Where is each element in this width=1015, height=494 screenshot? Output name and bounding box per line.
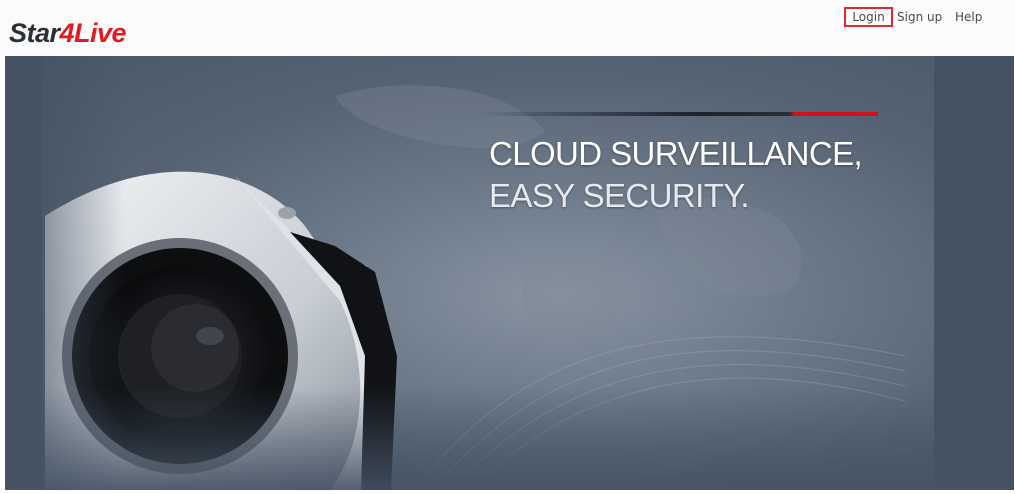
- hero-slogan: CLOUD SURVEILLANCE, EASY SECURITY.: [489, 133, 863, 217]
- slogan-line-1: CLOUD SURVEILLANCE,: [489, 135, 863, 172]
- slogan-line-2: EASY SECURITY.: [489, 177, 750, 214]
- login-link[interactable]: Login: [844, 7, 893, 27]
- slogan-accent-line: [478, 112, 878, 116]
- logo-text-4live: 4Live: [59, 18, 127, 48]
- hero-banner: CLOUD SURVEILLANCE, EASY SECURITY.: [5, 56, 1014, 490]
- signup-link[interactable]: Sign up: [897, 7, 942, 27]
- help-link[interactable]: Help: [955, 7, 982, 27]
- site-logo[interactable]: Star4Live: [9, 16, 127, 50]
- site-header: Star4Live Login Sign up Help: [0, 0, 1015, 56]
- hero-artwork: [5, 56, 1014, 490]
- logo-text-star: Star: [9, 18, 60, 48]
